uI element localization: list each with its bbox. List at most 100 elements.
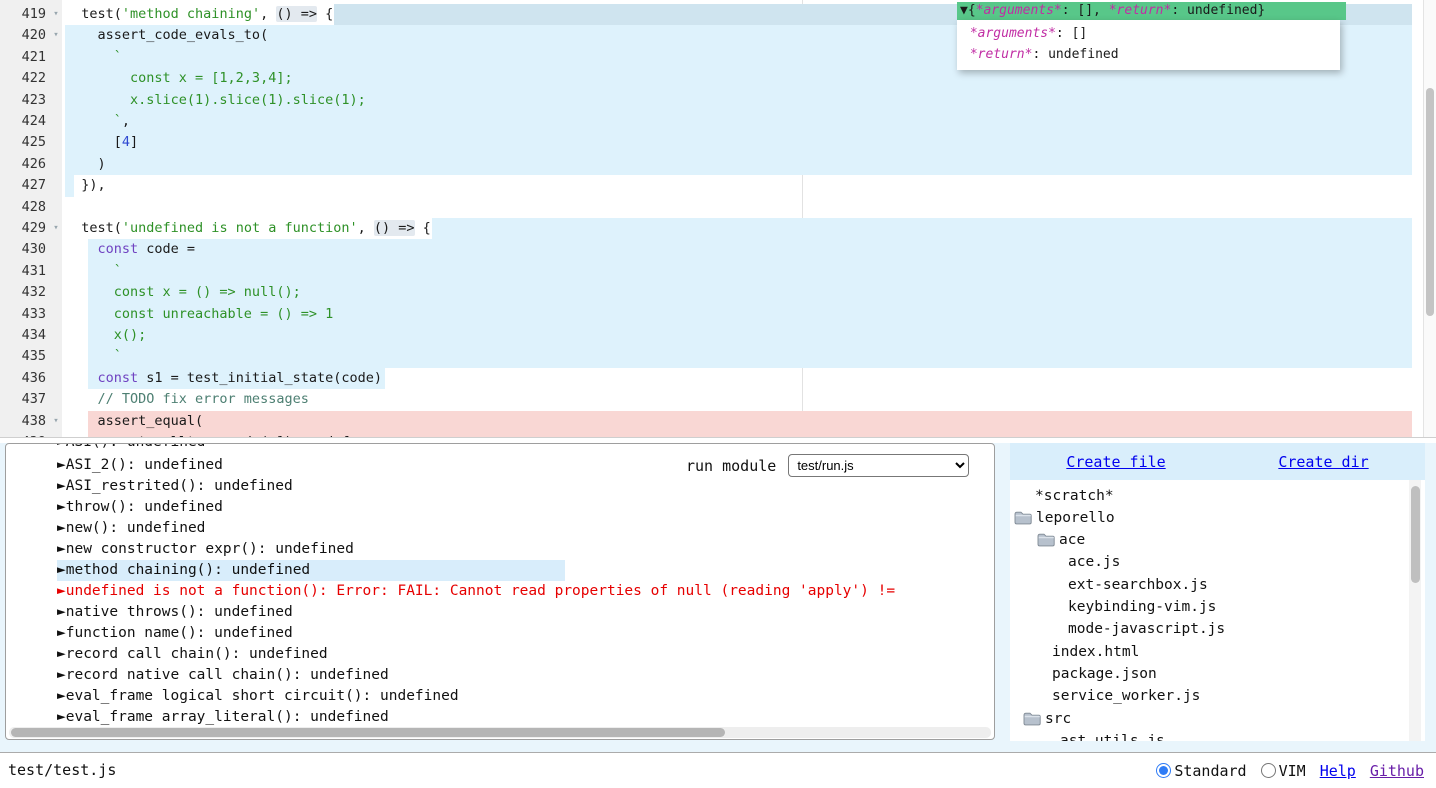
code-token: *arguments* [976,3,1062,18]
test-result-item[interactable]: ►ASI_2(): undefined [57,455,223,476]
tree-item-label: ace.js [1068,554,1120,570]
tree-item[interactable]: ext-searchbox.js [1068,574,1208,595]
code-line[interactable]: const unreachable = () => 1 [65,304,333,325]
test-result-item[interactable]: ►function name(): undefined [57,623,293,644]
code-line[interactable]: ` [65,346,122,367]
code-token: *return* [962,47,1032,62]
test-result-item[interactable]: ►eval_frame array_literal(): undefined [57,707,389,728]
code-token: ` [65,263,122,279]
code-line[interactable]: ` [65,47,122,68]
tree-scrollbar-thumb[interactable] [1411,486,1420,583]
tree-item[interactable]: ast_utils.js [1060,730,1165,741]
tree-item-label: package.json [1052,666,1157,682]
tree-item[interactable]: ace [1037,530,1085,551]
code-token: [ [65,134,122,150]
fold-arrow-icon[interactable]: ▾ [49,411,63,432]
code-token: ` [65,348,122,364]
test-result-item[interactable]: ►new constructor expr(): undefined [57,539,354,560]
gutter-line-number: 420 [0,25,46,46]
code-line[interactable]: root_calltree_node(s1), undef [65,432,349,438]
status-bar-right: Standard VIM Help Github [1156,753,1424,788]
code-line[interactable]: ` [65,261,122,282]
test-result-item[interactable]: ►native throws(): undefined [57,602,293,623]
code-token: const [98,370,139,386]
code-line[interactable]: test('undefined is not a function', () =… [65,218,431,239]
code-token: : undefined [1032,47,1118,62]
code-editor[interactable]: 419▾ test('method chaining', () => {420▾… [0,0,1436,438]
code-token: // TODO fix error messages [65,391,309,407]
test-results-panel: ►ASI(): undefined ►ASI_2(): undefined►ASI… [5,443,995,740]
test-result-item[interactable]: ►eval_frame logical short circuit(): und… [57,686,459,707]
code-token: *return* [1109,3,1172,18]
code-token: test( [65,220,122,236]
execution-highlight [88,325,1412,346]
create-file-link[interactable]: Create file [1066,453,1165,471]
test-result-item[interactable]: ►throw(): undefined [57,497,223,518]
tree-item[interactable]: keybinding-vim.js [1068,597,1216,618]
gutter-line-number: 422 [0,68,46,89]
fold-arrow-icon[interactable]: ▾ [49,218,63,239]
code-line[interactable]: x.slice(1).slice(1).slice(1); [65,90,366,111]
code-line[interactable]: const code = [65,239,195,260]
folder-icon [1037,533,1055,547]
tree-item[interactable]: service_worker.js [1052,686,1200,707]
run-module-select[interactable]: test/run.js [788,454,969,477]
value-tooltip-body: *arguments*: [] *return*: undefined [957,20,1340,70]
test-result-item[interactable]: ►ASI_restrited(): undefined [57,476,293,497]
tree-item[interactable]: package.json [1052,663,1157,684]
editor-scrollbar[interactable] [1423,0,1436,438]
tree-item[interactable]: mode-javascript.js [1068,619,1225,640]
code-line[interactable]: test('method chaining', () => { [65,4,333,25]
code-line[interactable]: assert_equal( [65,411,203,432]
code-line[interactable]: assert_code_evals_to( [65,25,268,46]
tree-item-label: index.html [1052,644,1139,660]
vim-radio[interactable] [1261,763,1276,778]
code-token: : [] [1056,26,1087,41]
gutter-line-number: 425 [0,132,46,153]
value-tooltip-header[interactable]: ▼{*arguments*: [], *return*: undefined} [957,2,1346,20]
code-line[interactable]: ) [65,154,106,175]
keybinding-standard-option[interactable]: Standard [1156,762,1246,780]
code-line[interactable]: const x = () => null(); [65,282,301,303]
tree-scrollbar[interactable] [1409,480,1421,741]
code-token: () => [374,220,415,236]
create-dir-link[interactable]: Create dir [1278,453,1368,471]
code-token: root_calltree_node(s1), undef [65,434,349,438]
tree-item[interactable]: *scratch* [1035,485,1114,506]
editor-scrollbar-thumb[interactable] [1426,88,1434,316]
code-line[interactable]: `, [65,111,130,132]
tree-item[interactable]: leporello [1014,507,1115,528]
code-line[interactable]: x(); [65,325,146,346]
test-result-item[interactable]: ►undefined is not a function(): Error: F… [57,581,895,602]
code-line[interactable]: // TODO fix error messages [65,389,309,410]
fold-arrow-icon[interactable]: ▾ [49,4,63,25]
tree-item[interactable]: src [1023,708,1071,729]
tree-item[interactable]: index.html [1052,641,1139,662]
gutter-line-number: 419 [0,4,46,25]
help-link[interactable]: Help [1320,762,1356,780]
keybinding-vim-option[interactable]: VIM [1261,762,1306,780]
gutter-line-number: 432 [0,282,46,303]
test-result-item[interactable]: ►new(): undefined [57,518,205,539]
code-line[interactable]: }), [65,175,106,196]
code-line[interactable]: const s1 = test_initial_state(code) [65,368,382,389]
code-token: { [317,6,333,22]
test-result-item[interactable]: ►record call chain(): undefined [57,644,328,665]
tree-item[interactable]: ace.js [1068,552,1120,573]
code-token: () => [276,6,317,22]
test-result-item[interactable]: ►record native call chain(): undefined [57,665,389,686]
github-link[interactable]: Github [1370,762,1424,780]
console-hscrollbar[interactable] [9,727,991,738]
code-token: , [358,220,374,236]
fold-arrow-icon[interactable]: ▾ [49,25,63,46]
code-token: { [415,220,431,236]
standard-radio[interactable] [1156,763,1171,778]
code-line[interactable]: [4] [65,132,138,153]
code-token: const x = () => null(); [65,284,301,300]
code-line[interactable]: const x = [1,2,3,4]; [65,68,293,89]
code-token: ▼{ [960,3,976,18]
test-result-item[interactable]: ►ASI(): undefined [57,443,205,453]
test-result-item[interactable]: ►method chaining(): undefined [57,560,565,581]
status-bar: test/test.js Standard VIM Help Github [0,752,1436,788]
console-hscrollbar-thumb[interactable] [11,728,725,737]
